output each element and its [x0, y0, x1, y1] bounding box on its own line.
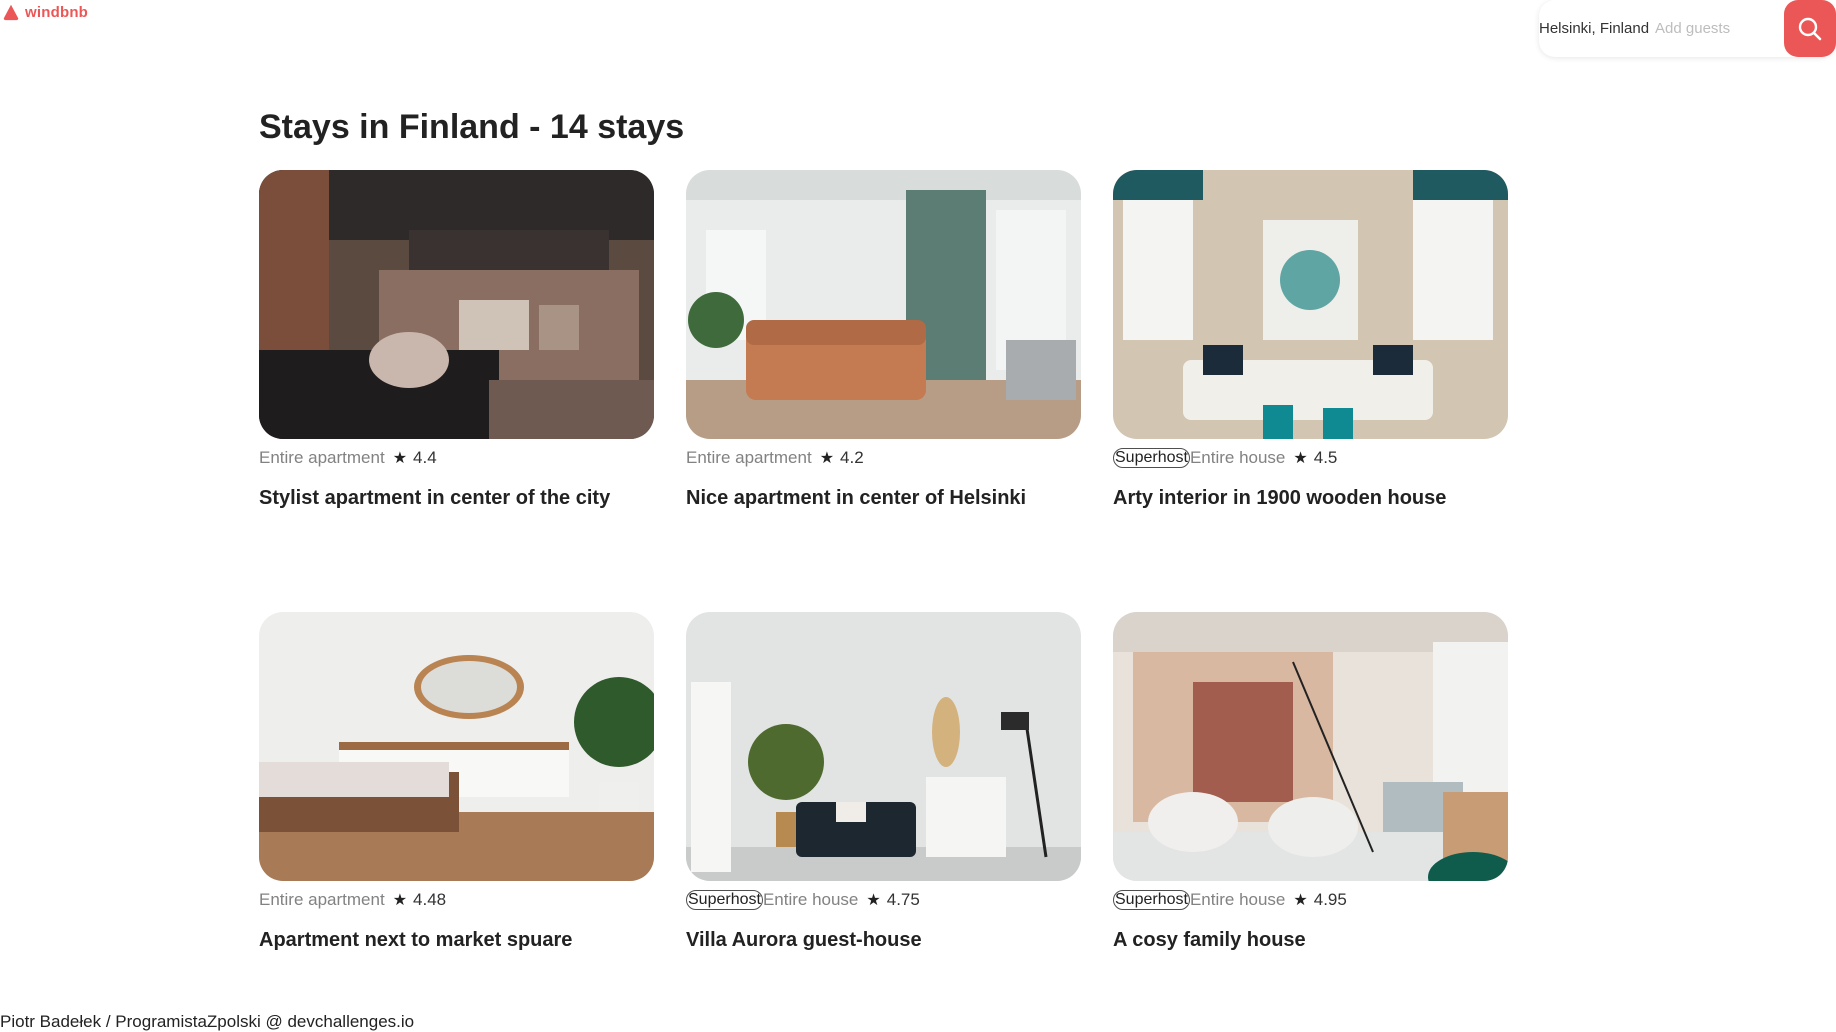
stay-type: Entire apartment: [259, 448, 385, 467]
stay-card[interactable]: Entire apartment ★ 4.48 Apartment next t…: [259, 612, 654, 1032]
stay-meta: Entire apartment ★ 4.2: [686, 447, 1081, 469]
brand-name: windbnb: [25, 3, 89, 21]
stay-title[interactable]: Arty interior in 1900 wooden house: [1113, 487, 1508, 510]
star-icon: ★: [1293, 450, 1308, 467]
stay-photo[interactable]: [259, 612, 654, 881]
superhost-badge: Superhost: [1113, 890, 1190, 910]
stay-title[interactable]: Nice apartment in center of Helsinki: [686, 487, 1081, 510]
stay-card[interactable]: Superhost Entire house ★ 4.95 A cosy fam…: [1113, 612, 1508, 1032]
stay-meta: Superhost Entire house ★ 4.5: [1113, 447, 1508, 469]
stay-meta: Entire apartment ★ 4.48: [259, 889, 654, 911]
search-bar[interactable]: Helsinki, Finland Add guests: [1539, 0, 1836, 57]
search-button[interactable]: [1784, 0, 1836, 57]
stay-type: Entire house: [762, 890, 859, 909]
stay-rating: 4.75: [886, 890, 920, 909]
stay-rating: 4.2: [840, 448, 864, 467]
footer-credit[interactable]: Piotr Badełek / ProgramistaZpolski @ dev…: [0, 1012, 414, 1032]
stay-meta: Entire apartment ★ 4.4: [259, 447, 654, 469]
stay-title[interactable]: Stylist apartment in center of the city: [259, 487, 654, 510]
stay-rating: 4.48: [413, 890, 447, 909]
stay-photo[interactable]: [1113, 170, 1508, 439]
stay-type: Entire apartment: [259, 890, 385, 909]
stay-type: Entire house: [1189, 890, 1286, 909]
stay-title[interactable]: A cosy family house: [1113, 929, 1508, 952]
stay-photo[interactable]: [1113, 612, 1508, 881]
stay-title[interactable]: Apartment next to market spuare: [259, 929, 654, 952]
superhost-badge: Superhost: [1113, 448, 1190, 468]
stay-rating: 4.4: [413, 448, 437, 467]
stay-photo[interactable]: [259, 170, 654, 439]
star-icon: ★: [819, 450, 835, 467]
star-icon: ★: [866, 892, 881, 909]
star-icon: ★: [1293, 892, 1308, 909]
superhost-badge: Superhost: [686, 890, 763, 910]
stay-card[interactable]: Superhost Entire house ★ 4.75 Villa Auro…: [686, 612, 1081, 1032]
stay-photo[interactable]: [686, 612, 1081, 881]
stay-card[interactable]: Entire apartment ★ 4.4 Stylist apartment…: [259, 170, 654, 612]
stay-card[interactable]: Superhost Entire house ★ 4.5 Arty interi…: [1113, 170, 1508, 612]
stay-rating: 4.5: [1313, 448, 1338, 467]
search-icon: [1798, 17, 1822, 40]
stays-grid: Entire apartment ★ 4.4 Stylist apartment…: [259, 170, 1511, 1032]
stay-type: Entire apartment: [686, 448, 812, 467]
stay-meta: Superhost Entire house ★ 4.75: [686, 889, 1081, 911]
star-icon: ★: [392, 450, 408, 467]
logo-icon: [3, 4, 19, 21]
brand-logo[interactable]: windbnb: [2, 3, 88, 21]
stay-type: Entire house: [1189, 448, 1286, 467]
stay-meta: Superhost Entire house ★ 4.95: [1113, 889, 1508, 911]
stay-card[interactable]: Entire apartment ★ 4.2 Nice apartment in…: [686, 170, 1081, 612]
search-location-field[interactable]: Helsinki, Finland: [1539, 20, 1649, 37]
star-icon: ★: [392, 892, 408, 909]
page-title: Stays in Finland - 14 stays: [259, 108, 685, 146]
stay-title[interactable]: Villa Aurora guest-house: [686, 929, 1081, 952]
stay-rating: 4.95: [1313, 890, 1347, 909]
stay-photo[interactable]: [686, 170, 1081, 439]
